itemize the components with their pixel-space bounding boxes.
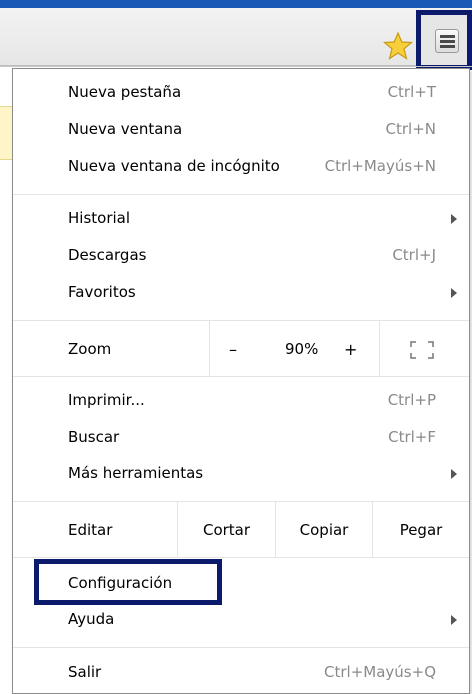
- submenu-arrow-icon: [451, 469, 457, 479]
- zoom-out-button[interactable]: –: [229, 321, 237, 378]
- copy-button[interactable]: Copiar: [276, 502, 372, 559]
- menu-item-label: Nueva ventana de incógnito: [68, 157, 280, 175]
- zoom-label: Zoom: [68, 340, 112, 358]
- settings-highlight: [34, 559, 222, 605]
- page-content-edge: [0, 67, 12, 694]
- menu-item-help[interactable]: Ayuda: [13, 601, 469, 637]
- zoom-level-value: 90%: [285, 340, 319, 358]
- menu-item-more-tools[interactable]: Más herramientas: [13, 455, 469, 491]
- browser-toolbar: [0, 8, 472, 66]
- cut-button[interactable]: Cortar: [178, 502, 275, 559]
- fullscreen-icon[interactable]: [410, 341, 434, 359]
- menu-item-print[interactable]: Imprimir... Ctrl+P: [13, 382, 469, 418]
- menu-item-label: Más herramientas: [68, 464, 204, 482]
- zoom-divider: [379, 321, 380, 376]
- menu-item-shortcut: Ctrl+N: [385, 120, 436, 138]
- menu-item-exit[interactable]: Salir Ctrl+Mayús+Q: [13, 654, 469, 690]
- menu-item-label: Imprimir...: [68, 391, 145, 409]
- menu-item-bookmarks[interactable]: Favoritos: [13, 274, 469, 310]
- menu-button-highlight: [416, 10, 472, 70]
- menu-item-shortcut: Ctrl+Mayús+Q: [324, 663, 436, 681]
- zoom-row: Zoom – 90% +: [13, 320, 469, 377]
- menu-item-label: Descargas: [68, 246, 147, 264]
- hamburger-menu-icon[interactable]: [435, 29, 459, 53]
- menu-item-label: Nueva pestaña: [68, 83, 182, 101]
- zoom-divider: [209, 321, 210, 376]
- window-title-bar: [0, 0, 472, 8]
- menu-item-label: Favoritos: [68, 283, 136, 301]
- menu-item-new-incognito-window[interactable]: Nueva ventana de incógnito Ctrl+Mayús+N: [13, 148, 469, 184]
- info-bar-edge: [0, 106, 12, 160]
- menu-separator: [13, 647, 469, 648]
- menu-item-new-window[interactable]: Nueva ventana Ctrl+N: [13, 111, 469, 147]
- menu-item-shortcut: Ctrl+F: [388, 428, 436, 446]
- submenu-arrow-icon: [451, 615, 457, 625]
- menu-item-downloads[interactable]: Descargas Ctrl+J: [13, 237, 469, 273]
- menu-item-shortcut: Ctrl+P: [387, 391, 436, 409]
- menu-item-label: Salir: [68, 663, 102, 681]
- menu-item-shortcut: Ctrl+Mayús+N: [324, 157, 436, 175]
- menu-item-history[interactable]: Historial: [13, 200, 469, 236]
- toolbar-divider: [0, 66, 472, 67]
- menu-item-new-tab[interactable]: Nueva pestaña Ctrl+T: [13, 74, 469, 110]
- edit-label: Editar: [68, 521, 113, 539]
- menu-item-label: Buscar: [68, 428, 120, 446]
- menu-item-shortcut: Ctrl+J: [392, 246, 436, 264]
- submenu-arrow-icon: [451, 214, 457, 224]
- star-icon[interactable]: [383, 31, 413, 61]
- menu-item-label: Nueva ventana: [68, 120, 183, 138]
- zoom-in-button[interactable]: +: [344, 321, 357, 378]
- submenu-arrow-icon: [451, 288, 457, 298]
- menu-item-label: Historial: [68, 209, 131, 227]
- menu-item-label: Ayuda: [68, 610, 115, 628]
- menu-separator: [13, 194, 469, 195]
- menu-item-find[interactable]: Buscar Ctrl+F: [13, 419, 469, 455]
- edit-row: Editar Cortar Copiar Pegar: [13, 501, 469, 558]
- paste-button[interactable]: Pegar: [373, 502, 469, 559]
- menu-item-shortcut: Ctrl+T: [387, 83, 436, 101]
